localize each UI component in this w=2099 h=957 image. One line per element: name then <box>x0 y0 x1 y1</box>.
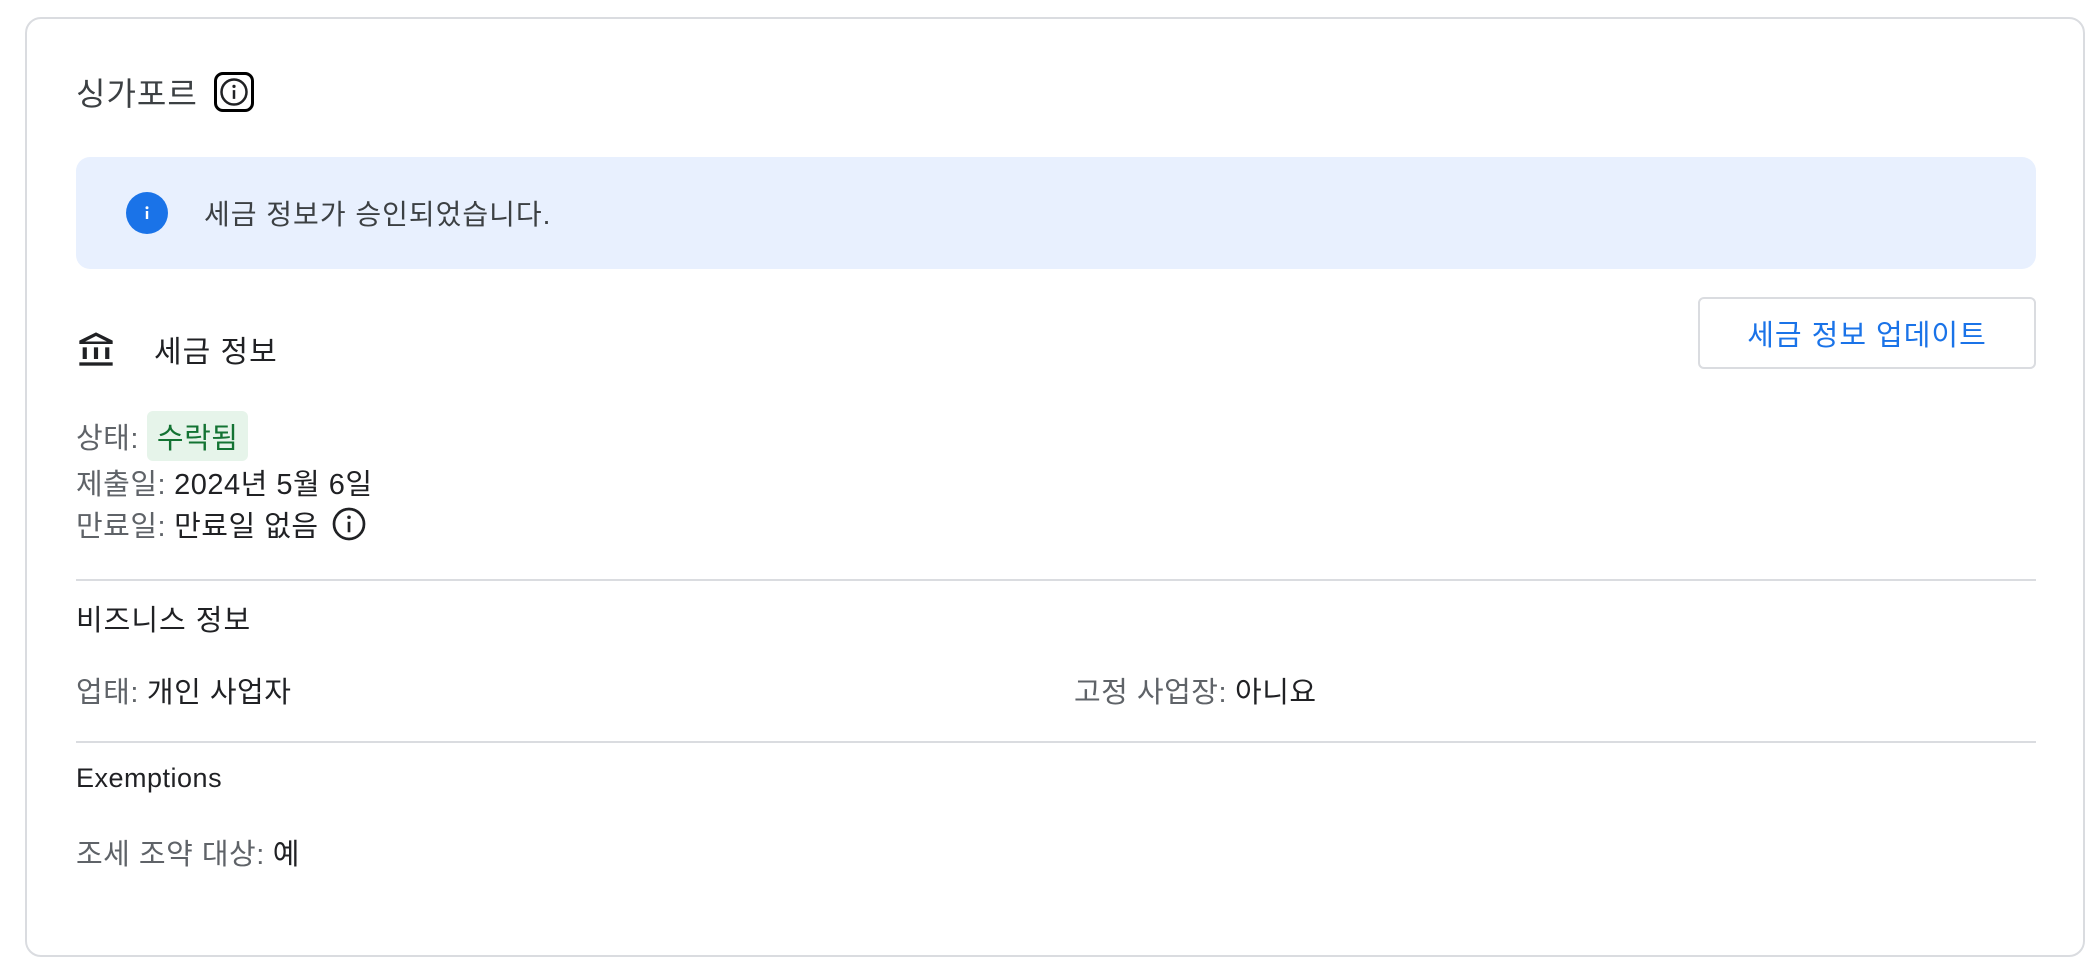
tax-info-card: 싱가포르 세금 정보가 승인되었습니다. 세금 정보 세금 정보 업데이트 상태… <box>25 17 2085 957</box>
banner-message: 세금 정보가 승인되었습니다. <box>204 199 552 230</box>
country-info-button[interactable] <box>213 72 254 112</box>
country-name: 싱가포르 <box>76 76 198 112</box>
expiry-row: 만료일: 만료일 없음 <box>76 503 367 545</box>
submitted-row: 제출일: 2024년 5월 6일 <box>76 461 373 503</box>
exemptions-title: Exemptions <box>76 763 223 793</box>
expiry-label: 만료일: <box>76 511 167 543</box>
business-info-title: 비즈니스 정보 <box>76 605 252 637</box>
business-type-label: 업태: <box>76 677 139 709</box>
fixed-place-value: 아니요 <box>1235 677 1317 709</box>
fixed-place-label: 고정 사업장: <box>1074 677 1228 709</box>
tax-treaty-value: 예 <box>272 839 300 871</box>
info-icon[interactable] <box>331 506 367 542</box>
expiry-value: 만료일 없음 <box>174 511 319 543</box>
info-icon <box>220 78 248 106</box>
submitted-label: 제출일: <box>76 469 167 501</box>
tax-treaty-row: 조세 조약 대상: 예 <box>76 831 300 873</box>
status-badge: 수락됨 <box>146 411 249 461</box>
approval-banner: 세금 정보가 승인되었습니다. <box>76 157 2036 269</box>
business-type-value: 개인 사업자 <box>146 677 292 709</box>
tax-info-title: 세금 정보 <box>154 336 278 369</box>
divider <box>76 579 2036 581</box>
status-label: 상태: <box>76 423 139 455</box>
tax-treaty-label: 조세 조약 대상: <box>76 839 265 871</box>
fixed-place-row: 고정 사업장: 아니요 <box>1074 669 1317 711</box>
country-header: 싱가포르 <box>76 67 254 117</box>
tax-info-header: 세금 정보 <box>76 309 278 389</box>
info-filled-icon <box>126 192 168 234</box>
status-row: 상태: 수락됨 <box>76 411 249 461</box>
business-type-row: 업태: 개인 사업자 <box>76 669 291 711</box>
divider <box>76 741 2036 743</box>
bank-icon <box>79 332 113 366</box>
submitted-value: 2024년 5월 6일 <box>174 469 373 501</box>
update-tax-info-button[interactable]: 세금 정보 업데이트 <box>1698 297 2036 369</box>
